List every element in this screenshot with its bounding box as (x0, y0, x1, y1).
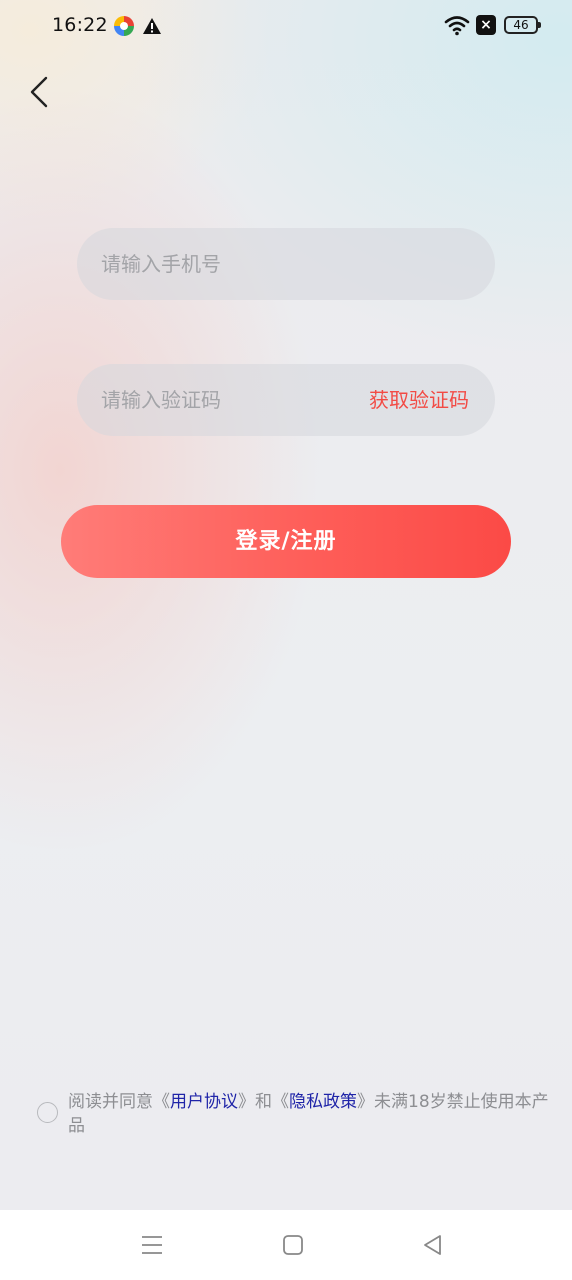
user-agreement-link[interactable]: 用户协议 (170, 1092, 238, 1112)
agreement-prefix: 阅读并同意《 (68, 1092, 170, 1112)
sim-off-icon: × (476, 15, 496, 35)
warning-icon (143, 18, 161, 34)
privacy-policy-link[interactable]: 隐私政策 (289, 1092, 357, 1112)
page-background (0, 0, 572, 1210)
chevron-left-icon (30, 76, 48, 108)
home-square-icon[interactable] (280, 1232, 306, 1258)
agreement-checkbox[interactable] (37, 1102, 58, 1123)
code-field: 获取验证码 (77, 364, 495, 436)
back-button[interactable] (22, 72, 62, 112)
agreement-text: 阅读并同意《用户协议》和《隐私政策》未满18岁禁止使用本产品 (68, 1090, 558, 1138)
back-triangle-icon[interactable] (420, 1232, 446, 1258)
phone-field (77, 228, 495, 300)
status-time: 16:22 (52, 14, 108, 36)
code-input[interactable] (101, 364, 351, 436)
status-bar: 16:22 × 46 (0, 0, 572, 52)
battery-icon: 46 (504, 16, 541, 34)
menu-icon[interactable] (139, 1232, 165, 1258)
get-code-button[interactable]: 获取验证码 (369, 364, 469, 436)
login-register-button[interactable]: 登录/注册 (61, 505, 511, 578)
system-nav-bar (0, 1210, 572, 1280)
app-notification-icon (114, 16, 134, 36)
phone-input[interactable] (101, 228, 471, 300)
agreement-middle: 》和《 (238, 1092, 289, 1112)
wifi-icon (444, 16, 470, 36)
